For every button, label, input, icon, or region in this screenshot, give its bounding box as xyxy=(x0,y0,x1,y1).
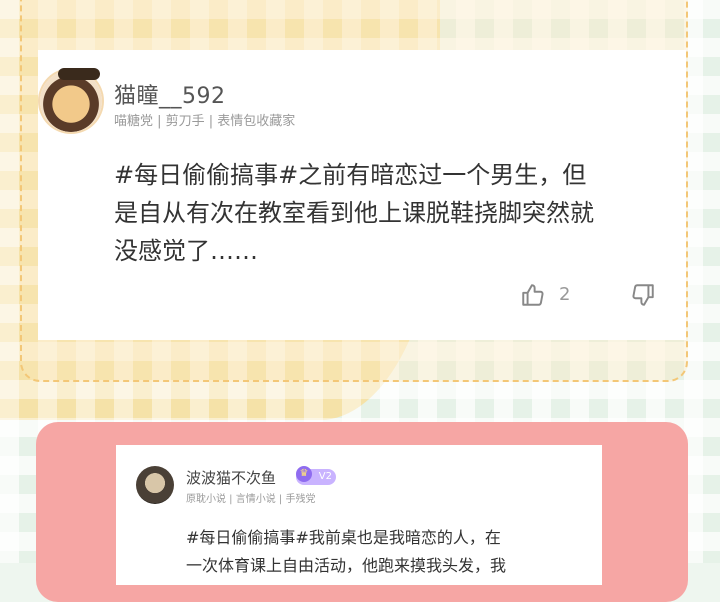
user-avatar-1[interactable] xyxy=(40,68,102,132)
thumbs-up-icon[interactable] xyxy=(520,282,546,312)
user-tags-1: 喵糖党 | 剪刀手 | 表情包收藏家 xyxy=(114,114,296,129)
post-content-2: #每日偷偷搞事#我前桌也是我暗恋的人，在 一次体育课上自由活动，他跑来摸我头发，… xyxy=(186,524,586,580)
post-content-line: #每日偷偷搞事#之前有暗恋过一个男生，但 xyxy=(114,161,587,189)
post-content-line: #每日偷偷搞事#我前桌也是我暗恋的人，在 xyxy=(186,528,501,547)
avatar-badge xyxy=(58,68,100,80)
thumbs-down-icon[interactable] xyxy=(630,282,656,312)
user-avatar-2[interactable] xyxy=(136,466,174,504)
post-content-line: 是自从有次在教室看到他上课脱鞋挠脚突然就 xyxy=(114,199,594,227)
post-content-line: 一次体育课上自由活动，他跑来摸我头发，我 xyxy=(186,556,507,575)
crown-icon: ♛ xyxy=(296,466,312,482)
username-2[interactable]: 波波猫不次鱼 xyxy=(186,467,276,488)
post-content-line: 没感觉了…… xyxy=(114,237,258,265)
like-count: 2 xyxy=(559,284,571,305)
username-1[interactable]: 猫瞳__592 xyxy=(114,78,226,110)
post-content-1: #每日偷偷搞事#之前有暗恋过一个男生，但 是自从有次在教室看到他上课脱鞋挠脚突然… xyxy=(114,156,674,270)
user-tags-2: 原耽小说 | 言情小说 | 手残党 xyxy=(186,494,316,505)
